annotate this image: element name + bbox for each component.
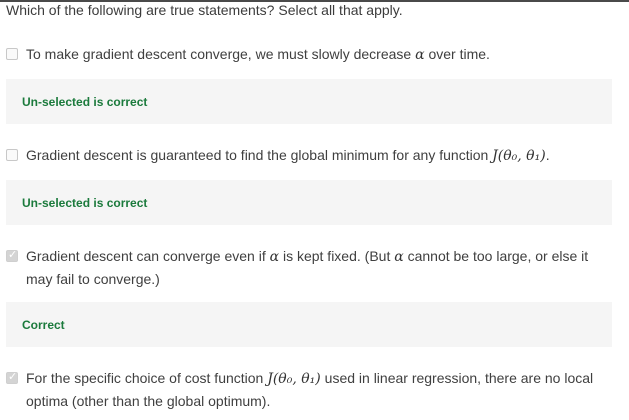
option-4[interactable]: ✓ For the specific choice of cost functi… bbox=[6, 370, 612, 412]
option-1[interactable]: To make gradient descent converge, we mu… bbox=[6, 46, 612, 66]
checkmark-icon: ✓ bbox=[8, 371, 18, 383]
option-3-checkbox[interactable]: ✓ bbox=[6, 249, 18, 262]
option-3-text: Gradient descent can converge even if α … bbox=[26, 248, 589, 287]
option-3-feedback: Correct bbox=[6, 302, 612, 347]
option-4-text: For the specific choice of cost function… bbox=[26, 370, 594, 409]
option-2-feedback-text: Un-selected is correct bbox=[22, 195, 148, 210]
option-1-feedback: Un-selected is correct bbox=[6, 79, 612, 124]
option-1-checkbox[interactable] bbox=[6, 48, 18, 60]
option-1-text: To make gradient descent converge, we mu… bbox=[26, 46, 490, 63]
option-2-feedback: Un-selected is correct bbox=[6, 180, 612, 225]
question-text: Which of the following are true statemen… bbox=[6, 2, 403, 18]
option-1-feedback-text: Un-selected is correct bbox=[22, 94, 148, 109]
option-2-text: Gradient descent is guaranteed to find t… bbox=[26, 147, 550, 164]
option-4-checkbox[interactable]: ✓ bbox=[6, 371, 18, 384]
option-3-feedback-text: Correct bbox=[22, 317, 65, 332]
option-2-checkbox[interactable] bbox=[6, 149, 18, 161]
checkmark-icon: ✓ bbox=[8, 249, 18, 261]
option-3[interactable]: ✓ Gradient descent can converge even if … bbox=[6, 248, 612, 290]
option-2[interactable]: Gradient descent is guaranteed to find t… bbox=[6, 147, 612, 167]
